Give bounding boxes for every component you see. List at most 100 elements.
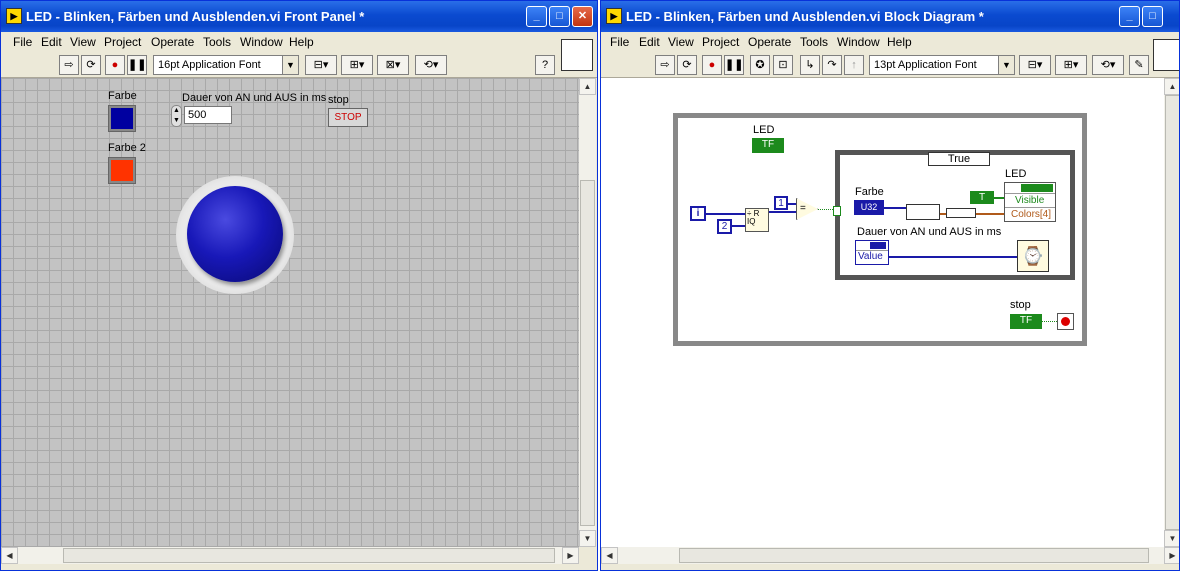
align-objects-icon[interactable]: ⊟▾: [305, 55, 337, 75]
vscroll-thumb[interactable]: [580, 180, 595, 526]
help-icon[interactable]: ?: [535, 55, 555, 75]
run-arrow-icon[interactable]: ⇨: [655, 55, 675, 75]
menu-help[interactable]: Help: [887, 35, 912, 49]
menu-help[interactable]: Help: [289, 35, 314, 49]
block-diagram-vscroll[interactable]: ▲ ▼: [1164, 78, 1179, 547]
iteration-terminal[interactable]: i: [690, 206, 706, 221]
refnum-icon: [1021, 184, 1053, 192]
prop-value: Value: [856, 250, 888, 263]
led-terminal-label: LED: [753, 124, 775, 136]
clean-up-icon[interactable]: ✎: [1129, 55, 1149, 75]
reorder-icon[interactable]: ⟲▾: [415, 55, 447, 75]
scroll-left-icon[interactable]: ◀: [601, 547, 618, 564]
minimize-button[interactable]: _: [1119, 6, 1140, 27]
scroll-up-icon[interactable]: ▲: [1164, 78, 1179, 95]
stop-button[interactable]: STOP: [328, 108, 368, 127]
align-objects-icon[interactable]: ⊟▾: [1019, 55, 1051, 75]
menu-view[interactable]: View: [668, 35, 694, 49]
distribute-objects-icon[interactable]: ⊞▾: [1055, 55, 1087, 75]
stop-terminal[interactable]: TF: [1010, 314, 1042, 329]
scroll-right-icon[interactable]: ▶: [1164, 547, 1179, 564]
menu-view[interactable]: View: [70, 35, 96, 49]
block-diagram-canvas: LED TF i 2 ÷ R IQ 1 = True Farbe U32 T L…: [601, 78, 1164, 547]
block-diagram-titlebar[interactable]: ▶ LED - Blinken, Färben und Ausblenden.v…: [601, 1, 1179, 32]
abort-icon[interactable]: ●: [105, 55, 125, 75]
menu-operate[interactable]: Operate: [748, 35, 791, 49]
block-diagram-toolbar: ⇨ ⟳ ● ❚❚ ✪ ⊡ ↳ ↷ ↑ 13pt Application Font…: [601, 52, 1179, 78]
convert-node[interactable]: [946, 208, 976, 218]
scroll-down-icon[interactable]: ▼: [1164, 530, 1179, 547]
menu-file[interactable]: File: [610, 35, 629, 49]
dauer-property-node[interactable]: Value: [855, 240, 889, 265]
front-panel-titlebar[interactable]: ▶ LED - Blinken, Färben und Ausblenden.v…: [1, 1, 597, 32]
stop-label: stop: [328, 94, 349, 106]
wire: [976, 213, 1005, 215]
farbe2-color-box[interactable]: [108, 157, 136, 184]
menu-project[interactable]: Project: [104, 35, 141, 49]
run-continuously-icon[interactable]: ⟳: [81, 55, 101, 75]
run-continuously-icon[interactable]: ⟳: [677, 55, 697, 75]
menu-window[interactable]: Window: [240, 35, 283, 49]
led-property-label: LED: [1005, 168, 1027, 180]
highlight-execution-icon[interactable]: ✪: [750, 55, 770, 75]
scroll-left-icon[interactable]: ◀: [1, 547, 18, 564]
refnum-icon: [870, 242, 886, 249]
farbe-label: Farbe: [108, 90, 137, 102]
distribute-objects-icon[interactable]: ⊞▾: [341, 55, 373, 75]
loop-condition-terminal[interactable]: [1057, 313, 1074, 330]
led-terminal[interactable]: TF: [752, 138, 784, 153]
step-into-icon[interactable]: ↳: [800, 55, 820, 75]
wire: [706, 213, 745, 215]
scroll-down-icon[interactable]: ▼: [579, 530, 596, 547]
farbe-terminal[interactable]: U32: [854, 200, 884, 215]
resize-objects-icon[interactable]: ⊠▾: [377, 55, 409, 75]
font-selector[interactable]: 16pt Application Font ▼: [153, 55, 299, 75]
abort-icon[interactable]: ●: [702, 55, 722, 75]
scroll-right-icon[interactable]: ▶: [562, 547, 579, 564]
farbe-terminal-label: Farbe: [855, 186, 884, 198]
reorder-icon[interactable]: ⟲▾: [1092, 55, 1124, 75]
run-arrow-icon[interactable]: ⇨: [59, 55, 79, 75]
wire: [732, 225, 745, 227]
vscroll-thumb[interactable]: [1165, 95, 1179, 530]
menu-file[interactable]: File: [13, 35, 32, 49]
dauer-input[interactable]: 500: [184, 106, 232, 124]
retain-wire-values-icon[interactable]: ⊡: [773, 55, 793, 75]
constant-1[interactable]: 1: [774, 196, 788, 210]
menu-edit[interactable]: Edit: [639, 35, 660, 49]
quotient-remainder-node[interactable]: ÷ R IQ: [745, 208, 769, 232]
pause-icon[interactable]: ❚❚: [127, 55, 147, 75]
minimize-button[interactable]: _: [526, 6, 547, 27]
case-selector[interactable]: True: [928, 152, 990, 166]
step-out-icon[interactable]: ↑: [844, 55, 864, 75]
true-constant[interactable]: T: [970, 191, 994, 204]
front-panel-hscroll[interactable]: ◀ ▶: [1, 547, 579, 564]
menu-tools[interactable]: Tools: [203, 35, 231, 49]
dauer-increment-icon[interactable]: ▲ ▼: [171, 105, 182, 127]
close-button[interactable]: ✕: [572, 6, 593, 27]
build-array-node[interactable]: [906, 204, 940, 220]
front-panel-vscroll[interactable]: ▲ ▼: [579, 78, 596, 547]
wait-ms-icon[interactable]: ⌚: [1017, 240, 1049, 272]
maximize-button[interactable]: □: [1142, 6, 1163, 27]
wire: [788, 203, 796, 205]
pause-icon[interactable]: ❚❚: [724, 55, 744, 75]
block-diagram-hscroll[interactable]: ◀ ▶: [601, 547, 1179, 564]
farbe-color-box[interactable]: [108, 105, 136, 132]
menu-tools[interactable]: Tools: [800, 35, 828, 49]
scroll-up-icon[interactable]: ▲: [579, 78, 596, 95]
menu-project[interactable]: Project: [702, 35, 739, 49]
wire: [940, 213, 946, 215]
menu-edit[interactable]: Edit: [41, 35, 62, 49]
menu-operate[interactable]: Operate: [151, 35, 194, 49]
step-over-icon[interactable]: ↷: [822, 55, 842, 75]
font-selector[interactable]: 13pt Application Font ▼: [869, 55, 1015, 75]
maximize-button[interactable]: □: [549, 6, 570, 27]
hscroll-thumb[interactable]: [679, 548, 1149, 563]
block-diagram-title: LED - Blinken, Färben und Ausblenden.vi …: [626, 9, 984, 24]
selector-terminal[interactable]: [833, 206, 841, 216]
menu-window[interactable]: Window: [837, 35, 880, 49]
constant-2[interactable]: 2: [717, 219, 732, 234]
led-property-node[interactable]: Visible Colors[4]: [1004, 182, 1056, 222]
hscroll-thumb[interactable]: [63, 548, 555, 563]
